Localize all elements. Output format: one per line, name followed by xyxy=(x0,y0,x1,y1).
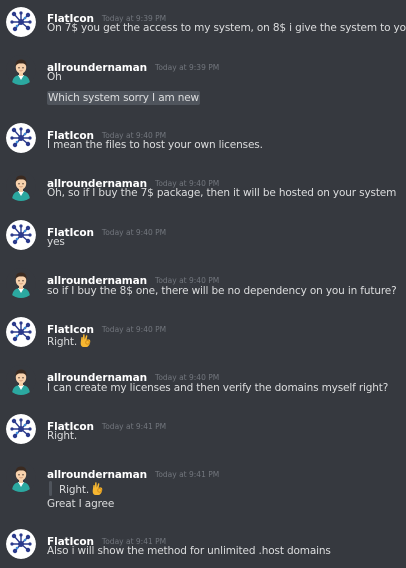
message-text: Oh xyxy=(47,71,62,83)
author-name[interactable]: allroundernaman xyxy=(47,469,147,481)
timestamp: Today at 9:41 PM xyxy=(101,422,167,431)
message-text: Also i will show the method for unlimite… xyxy=(47,545,331,557)
timestamp: Today at 9:40 PM xyxy=(101,325,167,334)
message-text: On 7$ you get the access to my system, o… xyxy=(47,22,406,34)
network-icon xyxy=(6,414,36,444)
network-icon xyxy=(6,220,36,250)
author-name[interactable]: allroundernaman xyxy=(47,62,147,74)
timestamp: Today at 9:40 PM xyxy=(101,228,167,237)
avatar[interactable] xyxy=(6,365,36,395)
message-line: Right. xyxy=(47,333,92,348)
timestamp: Today at 9:39 PM xyxy=(155,63,220,72)
network-icon xyxy=(6,7,36,37)
timestamp: Today at 9:40 PM xyxy=(155,373,220,382)
avatar[interactable] xyxy=(6,7,36,37)
message-text: Great I agree xyxy=(47,498,115,510)
person-icon xyxy=(6,55,36,85)
timestamp: Today at 9:40 PM xyxy=(155,276,220,285)
ok-hand-emoji[interactable] xyxy=(79,333,92,348)
avatar[interactable] xyxy=(6,220,36,250)
avatar[interactable] xyxy=(6,268,36,298)
person-icon xyxy=(6,462,36,492)
message-text: yes xyxy=(47,236,65,248)
ok-hand-emoji[interactable] xyxy=(91,481,104,496)
chat-log: FlatIcon Today at 9:39 PM On 7$ you get t… xyxy=(0,0,406,568)
person-icon xyxy=(6,171,36,201)
avatar[interactable] xyxy=(6,414,36,444)
message-text: I mean the files to host your own licens… xyxy=(47,139,263,151)
message-text: Right. xyxy=(47,336,78,348)
quote-text: Right. xyxy=(59,484,90,496)
person-icon xyxy=(6,365,36,395)
avatar[interactable] xyxy=(6,123,36,153)
message-text-highlighted: Which system sorry I am new xyxy=(47,91,200,105)
network-icon xyxy=(6,317,36,347)
person-icon xyxy=(6,268,36,298)
timestamp: Today at 9:41 PM xyxy=(155,470,220,479)
message-text: I can create my licenses and then verify… xyxy=(47,382,389,394)
avatar[interactable] xyxy=(6,529,36,559)
message-text: so if I buy the 8$ one, there will be no… xyxy=(47,285,397,297)
message-line: Which system sorry I am new xyxy=(47,91,200,105)
avatar[interactable] xyxy=(6,462,36,492)
network-icon xyxy=(6,529,36,559)
avatar[interactable] xyxy=(6,55,36,85)
quote-bar xyxy=(49,481,52,496)
message-text: Oh, so if I buy the 7$ package, then it … xyxy=(47,187,397,199)
quote-line: Right. xyxy=(59,481,104,496)
message-text: Right. xyxy=(47,430,78,442)
avatar[interactable] xyxy=(6,171,36,201)
network-icon xyxy=(6,123,36,153)
avatar[interactable] xyxy=(6,317,36,347)
